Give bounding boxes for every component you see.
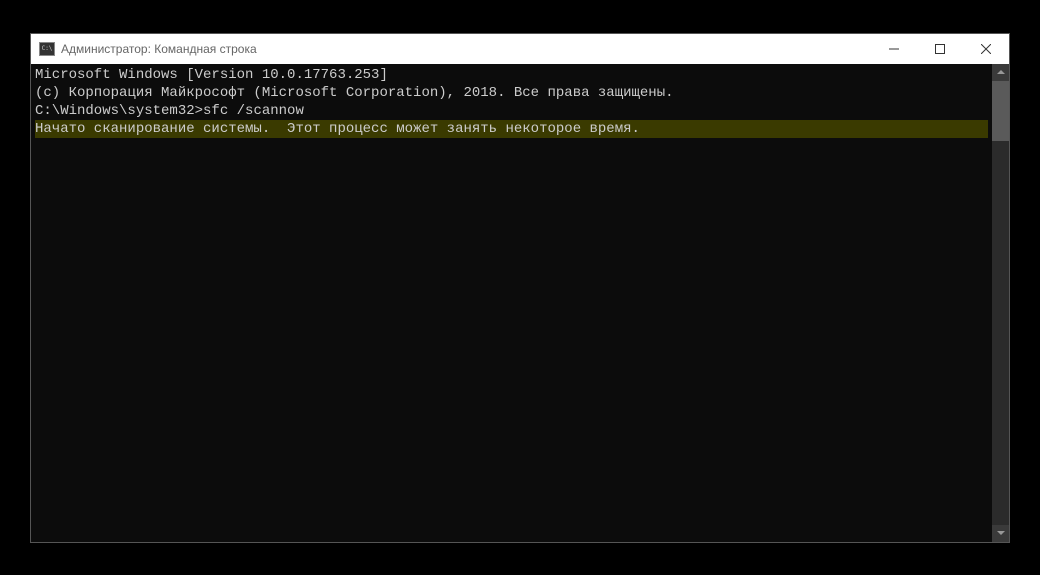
cmd-icon — [39, 42, 55, 56]
terminal-area: Microsoft Windows [Version 10.0.17763.25… — [31, 64, 1009, 542]
titlebar-left: Администратор: Командная строка — [39, 42, 257, 56]
scroll-up-button[interactable] — [992, 64, 1009, 81]
close-icon — [981, 44, 991, 54]
chevron-down-icon — [997, 531, 1005, 535]
command-input: sfc /scannow — [203, 103, 304, 119]
close-button[interactable] — [963, 34, 1009, 64]
window-title: Администратор: Командная строка — [61, 42, 257, 56]
prompt: C:\Windows\system32> — [35, 103, 203, 119]
terminal-output[interactable]: Microsoft Windows [Version 10.0.17763.25… — [31, 64, 992, 542]
vertical-scrollbar[interactable] — [992, 64, 1009, 542]
prompt-line: C:\Windows\system32>sfc /scannow — [35, 102, 988, 120]
command-prompt-window: Администратор: Командная строка Microsof… — [30, 33, 1010, 543]
scroll-down-button[interactable] — [992, 525, 1009, 542]
output-line: Microsoft Windows [Version 10.0.17763.25… — [35, 66, 988, 84]
chevron-up-icon — [997, 70, 1005, 74]
maximize-button[interactable] — [917, 34, 963, 64]
window-controls — [871, 34, 1009, 64]
output-line: Начато сканирование системы. Этот процес… — [35, 120, 988, 138]
output-line: (c) Корпорация Майкрософт (Microsoft Cor… — [35, 84, 988, 102]
maximize-icon — [935, 44, 945, 54]
minimize-button[interactable] — [871, 34, 917, 64]
minimize-icon — [889, 44, 899, 54]
scroll-thumb[interactable] — [992, 81, 1009, 141]
titlebar[interactable]: Администратор: Командная строка — [31, 34, 1009, 64]
